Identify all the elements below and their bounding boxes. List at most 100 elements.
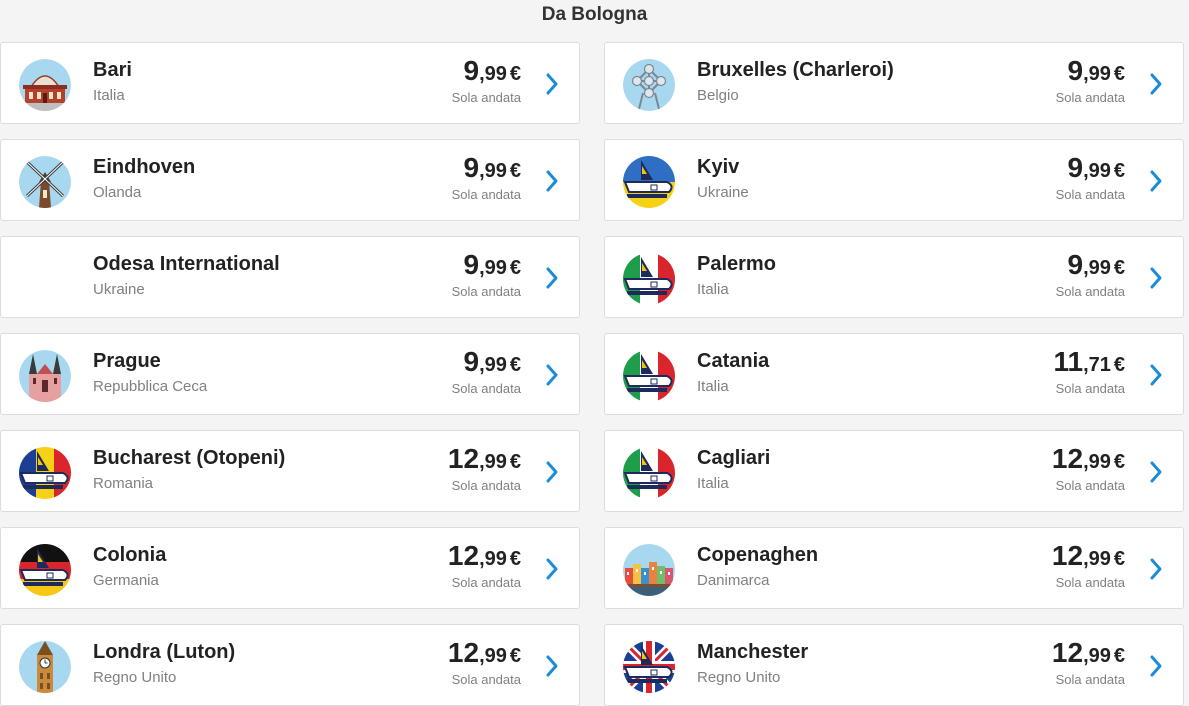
price-integer: 12 (447, 443, 480, 474)
route-card-eindhoven[interactable]: Eindhoven Olanda 9,99 € Sola andata (0, 139, 580, 221)
city-name: Bucharest (Otopeni) (93, 447, 286, 469)
chevron-right-icon[interactable] (545, 169, 559, 193)
route-card-kyiv[interactable]: Kyiv Ukraine 9,99 € Sola andata (604, 139, 1184, 221)
currency: € (1113, 257, 1125, 279)
one-way-label: Sola andata (451, 575, 521, 590)
one-way-label: Sola andata (451, 478, 521, 493)
currency: € (509, 257, 521, 279)
city-name: Kyiv (697, 156, 740, 178)
chevron-right-icon[interactable] (1149, 654, 1163, 678)
price-decimals: ,99 (479, 354, 507, 376)
route-card-colonia[interactable]: Colonia Germania 12,99 € Sola andata (0, 527, 580, 609)
windmill-icon (19, 156, 71, 208)
route-card-palermo[interactable]: Palermo Italia 9,99 € Sola andata (604, 236, 1184, 318)
city-name: Prague (93, 350, 161, 372)
price-decimals: ,99 (1083, 451, 1111, 473)
currency: € (509, 354, 521, 376)
route-card-odesa[interactable]: Odesa International Ukraine 9,99 € Sola a… (0, 236, 580, 318)
price-decimals: ,99 (1083, 160, 1111, 182)
price: 9,99 € (463, 249, 521, 281)
currency: € (509, 63, 521, 85)
tyn-church-icon (19, 350, 71, 402)
country-name: Regno Unito (697, 669, 781, 686)
price: 11,71 € (1053, 346, 1125, 378)
city-name: Colonia (93, 544, 167, 566)
price-decimals: ,99 (479, 63, 507, 85)
currency: € (1113, 160, 1125, 182)
route-card-copenaghen[interactable]: Copenaghen Danimarca 12,99 € Sola andata (604, 527, 1184, 609)
price-integer: 12 (1051, 443, 1084, 474)
city-name: Cagliari (697, 447, 771, 469)
chevron-right-icon[interactable] (1149, 557, 1163, 581)
city-name: Copenaghen (697, 544, 819, 566)
price-decimals: ,99 (1083, 548, 1111, 570)
chevron-right-icon[interactable] (545, 557, 559, 581)
city-name: Bruxelles (Charleroi) (697, 59, 894, 81)
chevron-right-icon[interactable] (545, 654, 559, 678)
price-integer: 9 (463, 152, 480, 183)
country-name: Italia (697, 378, 729, 395)
price: 9,99 € (1067, 249, 1125, 281)
one-way-label: Sola andata (1055, 381, 1125, 396)
chevron-right-icon[interactable] (545, 460, 559, 484)
chevron-right-icon[interactable] (1149, 460, 1163, 484)
chevron-right-icon[interactable] (545, 266, 559, 290)
price-integer: 12 (447, 637, 480, 668)
price-integer: 12 (1051, 637, 1084, 668)
airplane-italy-icon (623, 350, 675, 402)
airplane-ukraine-icon (623, 156, 675, 208)
one-way-label: Sola andata (451, 672, 521, 687)
routes-grid: Bari Italia 9,99 € Sola andata Bruxelles … (0, 42, 1189, 706)
price: 9,99 € (463, 346, 521, 378)
country-name: Olanda (93, 184, 142, 201)
price: 9,99 € (463, 152, 521, 184)
price: 9,99 € (1067, 55, 1125, 87)
price: 12,99 € (1052, 540, 1125, 572)
country-name: Germania (93, 572, 159, 589)
country-name: Ukraine (697, 184, 749, 201)
country-name: Belgio (697, 87, 739, 104)
one-way-label: Sola andata (451, 90, 521, 105)
route-card-bari[interactable]: Bari Italia 9,99 € Sola andata (0, 42, 580, 124)
nyhavn-icon (623, 544, 675, 596)
currency: € (509, 451, 521, 473)
atomium-icon (623, 59, 675, 111)
chevron-right-icon[interactable] (545, 72, 559, 96)
chevron-right-icon[interactable] (545, 363, 559, 387)
city-name: Palermo (697, 253, 776, 275)
route-card-catania[interactable]: Catania Italia 11,71 € Sola andata (604, 333, 1184, 415)
price-integer: 9 (1067, 249, 1084, 280)
city-name: Manchester (697, 641, 809, 663)
route-card-bucharest[interactable]: Bucharest (Otopeni) Romania 12,99 € Sola … (0, 430, 580, 512)
chevron-right-icon[interactable] (1149, 169, 1163, 193)
currency: € (509, 645, 521, 667)
one-way-label: Sola andata (451, 284, 521, 299)
chevron-right-icon[interactable] (1149, 266, 1163, 290)
route-card-londra[interactable]: Londra (Luton) Regno Unito 12,99 € Sola a… (0, 624, 580, 706)
price-decimals: ,99 (479, 257, 507, 279)
price-decimals: ,99 (1083, 63, 1111, 85)
airplane-germany-icon (19, 544, 71, 596)
city-name: Catania (697, 350, 770, 372)
chevron-right-icon[interactable] (1149, 72, 1163, 96)
price-decimals: ,99 (479, 160, 507, 182)
currency: € (1113, 354, 1125, 376)
price-decimals: ,99 (479, 645, 507, 667)
route-card-bruxelles[interactable]: Bruxelles (Charleroi) Belgio 9,99 € Sola … (604, 42, 1184, 124)
airplane-italy-icon (623, 447, 675, 499)
price-integer: 9 (1067, 152, 1084, 183)
city-name: Eindhoven (93, 156, 196, 178)
price: 12,99 € (448, 443, 521, 475)
page-title: Da Bologna (541, 4, 648, 25)
price-decimals: ,99 (479, 548, 507, 570)
currency: € (509, 548, 521, 570)
city-name: Odesa International (93, 253, 280, 275)
route-card-cagliari[interactable]: Cagliari Italia 12,99 € Sola andata (604, 430, 1184, 512)
chevron-right-icon[interactable] (1149, 363, 1163, 387)
price-integer: 12 (1051, 540, 1084, 571)
price: 12,99 € (1052, 637, 1125, 669)
route-card-prague[interactable]: Prague Repubblica Ceca 9,99 € Sola andata (0, 333, 580, 415)
country-name: Repubblica Ceca (93, 378, 208, 395)
route-card-manchester[interactable]: Manchester Regno Unito 12,99 € Sola andat… (604, 624, 1184, 706)
price-decimals: ,99 (479, 451, 507, 473)
